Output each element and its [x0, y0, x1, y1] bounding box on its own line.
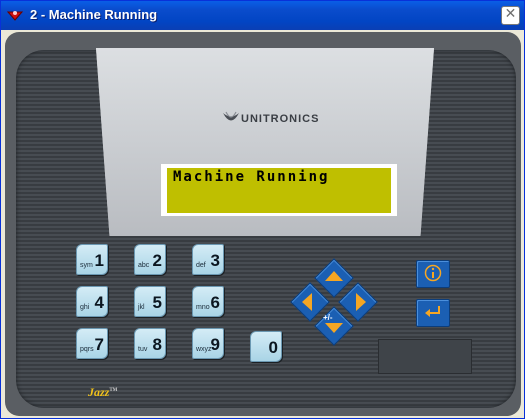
- key-9[interactable]: wxyz 9: [192, 328, 224, 359]
- key-digit: 7: [94, 335, 104, 354]
- enter-button[interactable]: [416, 299, 450, 327]
- app-icon: [7, 11, 23, 21]
- key-digit: 8: [152, 335, 162, 354]
- unitronics-logo-icon: [223, 111, 239, 121]
- key-digit: 9: [210, 335, 220, 354]
- key-letters: wxyz: [196, 346, 212, 353]
- plusminus-label: +/-: [323, 313, 333, 322]
- right-arrow-icon: [356, 293, 366, 311]
- blank-key-area: [378, 339, 472, 374]
- down-arrow-icon: [325, 323, 343, 333]
- key-digit: 2: [152, 251, 162, 270]
- key-7[interactable]: pqrs 7: [76, 328, 108, 359]
- enter-icon: [425, 306, 440, 317]
- key-3[interactable]: def 3: [192, 244, 224, 275]
- key-1[interactable]: sym 1: [76, 244, 108, 275]
- window-title: 2 - Machine Running: [30, 7, 158, 22]
- key-letters: pqrs: [80, 346, 94, 353]
- info-button[interactable]: [416, 260, 450, 288]
- key-digit: 3: [210, 251, 220, 270]
- brand-name: Jazz: [88, 385, 110, 399]
- key-digit: 1: [94, 251, 104, 270]
- key-5[interactable]: jkl 5: [134, 286, 166, 317]
- device-panel: UNITRONICS Machine Running sym 1 abc 2 def 3 g…: [16, 48, 516, 408]
- close-icon: ✕: [504, 6, 517, 22]
- lcd-text: Machine Running: [173, 169, 330, 185]
- key-2[interactable]: abc 2: [134, 244, 166, 275]
- up-arrow-icon: [325, 271, 343, 281]
- key-letters: ghi: [80, 304, 90, 311]
- key-digit: 4: [94, 293, 104, 312]
- brand-trademark: TM: [109, 388, 118, 393]
- key-letters: tuv: [138, 346, 148, 353]
- key-digit: 5: [152, 293, 162, 312]
- key-8[interactable]: tuv 8: [134, 328, 166, 359]
- left-arrow-icon: [302, 293, 312, 311]
- app-window: 2 - Machine Running ✕ UNITRONICS Machine…: [0, 0, 525, 419]
- title-bar[interactable]: 2 - Machine Running ✕: [1, 1, 524, 30]
- key-6[interactable]: mno 6: [192, 286, 224, 317]
- key-letters: jkl: [138, 304, 145, 311]
- key-digit: 6: [210, 293, 220, 312]
- close-button[interactable]: ✕: [501, 6, 520, 25]
- key-letters: sym: [80, 262, 93, 269]
- logo-text: UNITRONICS: [241, 113, 320, 125]
- key-letters: def: [196, 262, 206, 269]
- key-letters: mno: [196, 304, 210, 311]
- key-letters: abc: [138, 262, 150, 269]
- brand-label: JazzTM: [88, 385, 117, 400]
- key-digit: 0: [268, 338, 278, 357]
- key-4[interactable]: ghi 4: [76, 286, 108, 317]
- plc-device: UNITRONICS Machine Running sym 1 abc 2 def 3 g…: [5, 32, 521, 416]
- lcd-display: Machine Running: [167, 168, 391, 213]
- info-icon: [424, 264, 442, 282]
- key-0[interactable]: 0: [250, 331, 282, 362]
